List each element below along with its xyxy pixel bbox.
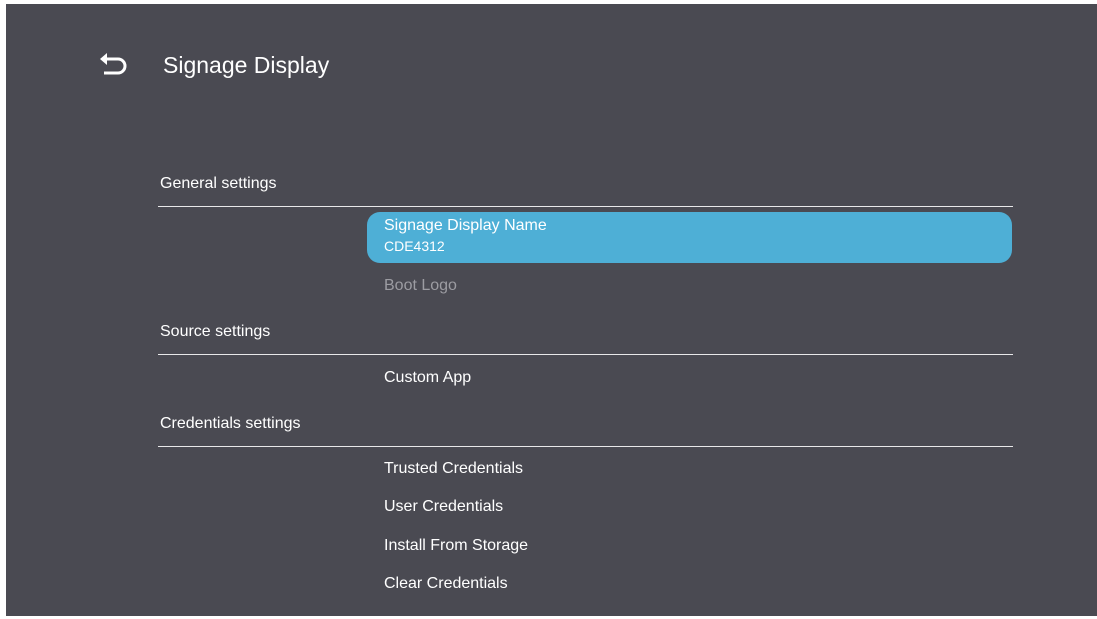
section-header-credentials: Credentials settings <box>160 415 301 432</box>
page-title: Signage Display <box>163 52 330 78</box>
signage-display-name-label: Signage Display Name <box>384 217 547 234</box>
trusted-credentials-item[interactable]: Trusted Credentials <box>384 458 523 480</box>
back-arrow-icon <box>100 53 127 75</box>
user-credentials-item[interactable]: User Credentials <box>384 496 503 518</box>
section-header-source: Source settings <box>160 323 271 340</box>
signage-display-name-item[interactable]: Signage Display Name CDE4312 <box>367 212 1012 263</box>
custom-app-item[interactable]: Custom App <box>384 367 471 389</box>
section-divider-credentials <box>158 446 1013 447</box>
signage-display-name-value: CDE4312 <box>384 238 445 254</box>
clear-credentials-item[interactable]: Clear Credentials <box>384 573 508 595</box>
boot-logo-item: Boot Logo <box>384 277 457 294</box>
section-divider-source <box>158 354 1013 355</box>
section-header-general: General settings <box>160 175 277 192</box>
install-from-storage-item[interactable]: Install From Storage <box>384 535 528 557</box>
section-divider-general <box>158 206 1013 207</box>
settings-screen: Signage Display General settings Signage… <box>6 4 1097 616</box>
back-button[interactable] <box>94 48 130 84</box>
